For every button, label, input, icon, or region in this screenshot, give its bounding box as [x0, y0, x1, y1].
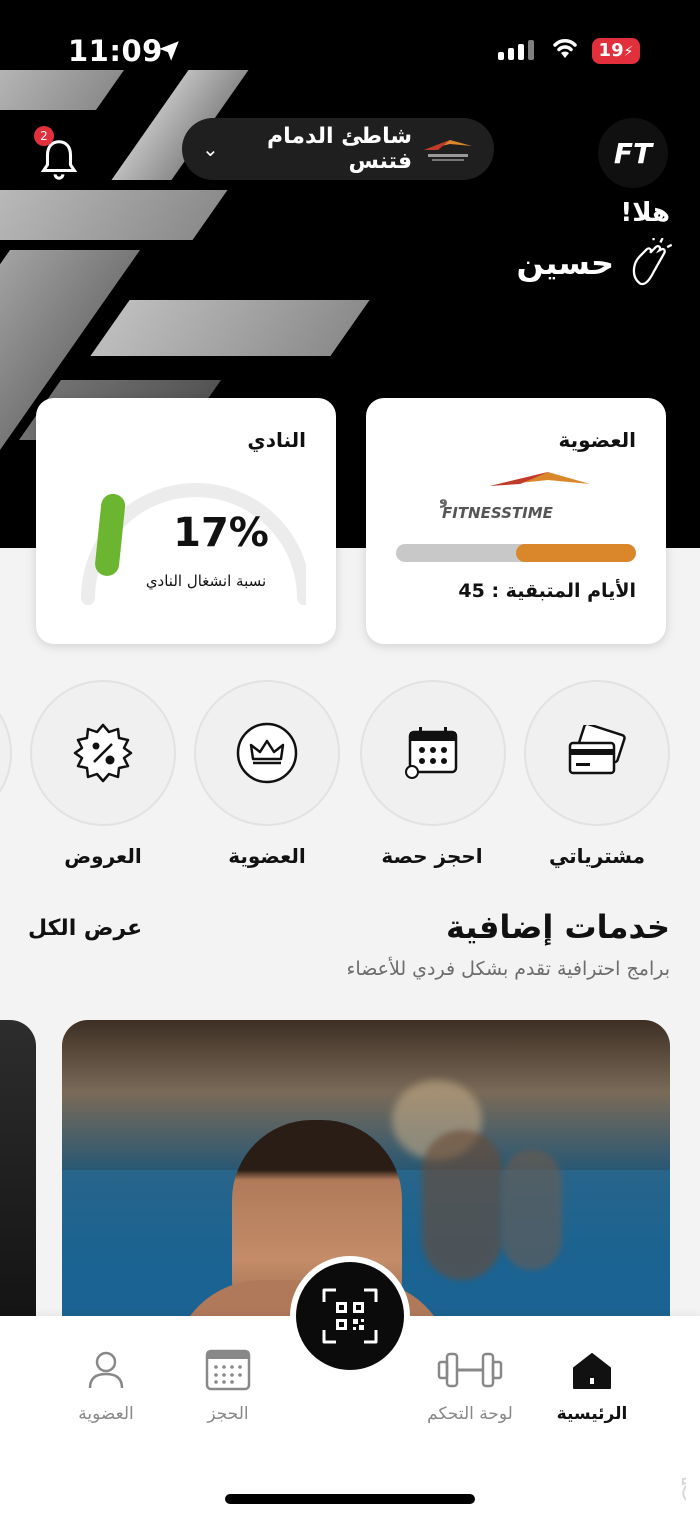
tab-booking-label: الحجز — [207, 1404, 249, 1424]
occupancy-percent: 17% — [173, 510, 269, 556]
fitness-time-logo-icon — [424, 140, 472, 161]
qr-code-icon — [322, 1288, 378, 1344]
fitness-time-logo: وقت اللياقة FITNESSTIME — [440, 472, 590, 522]
extra-services-subtitle: برامج احترافية تقدم بشكل فردي للأعضاء — [346, 958, 670, 980]
purchases-label: مشترياتي — [548, 844, 646, 868]
book-class-label: احجز حصة — [381, 844, 483, 868]
membership-label: العضوية — [228, 844, 306, 868]
extra-services-title: خدمات إضافية — [446, 908, 670, 946]
home-screen: 11:09 19⚡ 2 ⌄ شاطئ الدمام فتنس FT هلا! ح… — [0, 0, 700, 1518]
club-card[interactable]: النادي 17% نسبة انشغال النادي — [36, 398, 336, 644]
tab-dashboard[interactable]: لوحة التحكم — [400, 1348, 540, 1424]
promo-card-previous[interactable] — [0, 1020, 36, 1350]
cellular-signal-icon — [498, 40, 534, 60]
user-icon — [88, 1351, 124, 1389]
status-time: 11:09 — [68, 34, 163, 68]
app-logo: FT — [598, 118, 668, 188]
home-icon — [573, 1353, 611, 1389]
membership-progress-fill — [516, 544, 636, 562]
tab-home[interactable]: الرئيسية — [522, 1348, 662, 1424]
dumbbell-icon — [437, 1352, 503, 1388]
user-name: حسين — [516, 244, 614, 282]
greeting-text: هلا! — [620, 198, 670, 228]
notification-badge: 2 — [34, 126, 54, 146]
location-arrow-icon — [159, 41, 179, 61]
tab-membership[interactable]: العضوية — [36, 1348, 176, 1424]
tab-dashboard-label: لوحة التحكم — [427, 1404, 513, 1424]
wifi-icon — [553, 39, 577, 58]
offers-button[interactable] — [30, 680, 176, 826]
svg-text:FITNESSTIME: FITNESSTIME — [442, 504, 554, 522]
qr-scan-button[interactable] — [290, 1256, 410, 1376]
svg-text:حراج: حراج — [680, 1459, 686, 1503]
club-card-title: النادي — [247, 428, 306, 452]
status-bar: 11:09 19⚡ — [0, 0, 700, 100]
membership-card[interactable]: العضوية وقت اللياقة FITNESSTIME الأيام ا… — [366, 398, 666, 644]
remaining-days: الأيام المتبقية : 45 — [458, 580, 636, 602]
discount-icon — [73, 723, 133, 783]
tab-booking[interactable]: الحجز — [158, 1348, 298, 1424]
membership-card-title: العضوية — [558, 428, 636, 452]
chevron-down-icon: ⌄ — [202, 137, 219, 161]
calendar-icon — [205, 1349, 251, 1391]
branch-selector[interactable]: ⌄ شاطئ الدمام فتنس — [182, 118, 494, 180]
offers-label: العروض — [64, 844, 142, 868]
tab-membership-label: العضوية — [78, 1404, 134, 1424]
crown-icon — [236, 722, 298, 784]
card-icon — [568, 725, 626, 775]
battery-indicator: 19⚡ — [592, 38, 640, 64]
membership-button[interactable] — [194, 680, 340, 826]
view-all-link[interactable]: عرض الكل — [28, 916, 142, 941]
clapping-hands-icon — [632, 238, 672, 286]
tab-home-label: الرئيسية — [556, 1404, 628, 1424]
purchases-button[interactable] — [524, 680, 670, 826]
calendar-icon — [405, 727, 458, 779]
book-class-button[interactable] — [360, 680, 506, 826]
haraj-watermark: حراج — [679, 1458, 686, 1504]
home-indicator — [225, 1494, 475, 1504]
occupancy-label: نسبة انشغال النادي — [145, 572, 267, 590]
more-services-peek[interactable] — [0, 680, 12, 826]
membership-progress-bar — [396, 544, 636, 562]
